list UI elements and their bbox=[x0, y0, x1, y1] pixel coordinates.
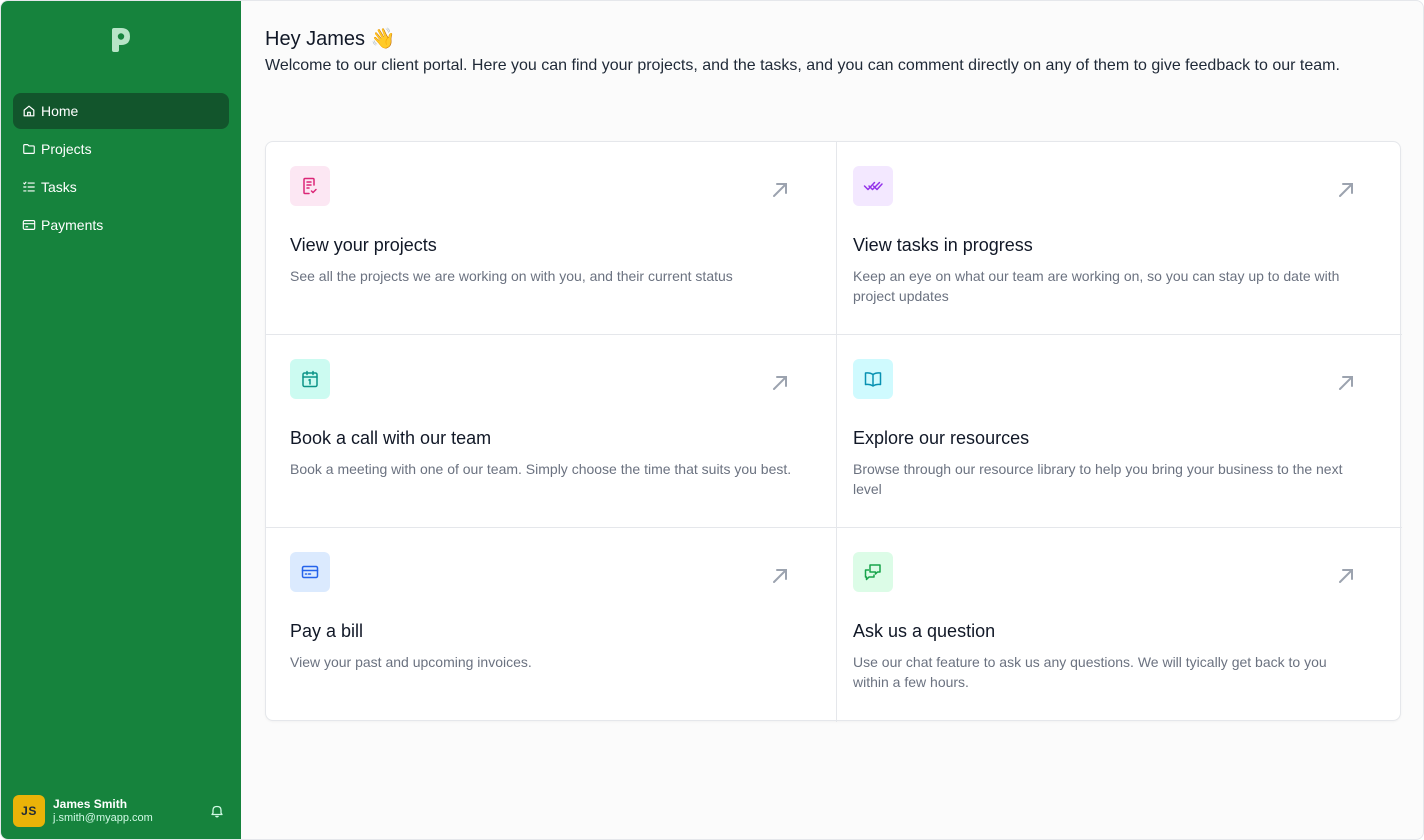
list-checks-icon bbox=[22, 180, 36, 194]
card-title: Ask us a question bbox=[853, 621, 996, 641]
user-name: James Smith bbox=[53, 797, 128, 811]
sidebar-item-label: Projects bbox=[41, 141, 92, 157]
sidebar-item-home[interactable]: Home bbox=[13, 93, 229, 129]
user-profile[interactable]: JS James Smith j.smith@myapp.com bbox=[13, 795, 229, 827]
sidebar-item-label: Payments bbox=[41, 217, 104, 233]
double-check-icon bbox=[853, 166, 893, 206]
p-logo-icon[interactable] bbox=[109, 27, 133, 53]
card-ask-question[interactable]: Ask us a question Use our chat feature t… bbox=[837, 528, 1402, 722]
sidebar-nav: Home Projects Tasks Payments bbox=[13, 93, 229, 245]
arrow-up-right-icon bbox=[1336, 180, 1356, 200]
card-description: See all the projects we are working on w… bbox=[290, 268, 733, 284]
sidebar-item-projects[interactable]: Projects bbox=[13, 131, 229, 167]
card-grid: View your projects See all the projects … bbox=[265, 141, 1402, 722]
arrow-up-right-icon bbox=[1336, 566, 1356, 586]
credit-card-icon bbox=[290, 552, 330, 592]
card-description: Keep an eye on what our team are working… bbox=[853, 268, 1340, 304]
arrow-up-right-icon bbox=[770, 373, 790, 393]
card-title: Explore our resources bbox=[853, 428, 1030, 448]
arrow-up-right-icon bbox=[770, 180, 790, 200]
card-view-tasks[interactable]: View tasks in progress Keep an eye on wh… bbox=[837, 142, 1402, 335]
welcome-text: Welcome to our client portal. Here you c… bbox=[265, 57, 1340, 74]
sidebar-item-label: Home bbox=[41, 103, 79, 119]
sidebar-item-label: Tasks bbox=[41, 179, 77, 195]
card-title: Pay a bill bbox=[290, 621, 364, 641]
book-open-icon bbox=[853, 359, 893, 399]
main-content: Hey James 👋 Welcome to our client portal… bbox=[241, 1, 1423, 839]
user-info: James Smith j.smith@myapp.com bbox=[53, 797, 209, 825]
card-title: Book a call with our team bbox=[290, 428, 492, 448]
card-description: View your past and upcoming invoices. bbox=[290, 654, 532, 670]
arrow-up-right-icon bbox=[770, 566, 790, 586]
calendar-icon bbox=[290, 359, 330, 399]
folder-icon bbox=[22, 142, 36, 156]
document-check-icon bbox=[290, 166, 330, 206]
card-view-projects[interactable]: View your projects See all the projects … bbox=[266, 142, 837, 335]
sidebar-item-tasks[interactable]: Tasks bbox=[13, 169, 229, 205]
card-description: Book a meeting with one of our team. Sim… bbox=[290, 461, 792, 477]
sidebar-item-payments[interactable]: Payments bbox=[13, 207, 229, 243]
card-description: Browse through our resource library to h… bbox=[853, 461, 1343, 497]
avatar: JS bbox=[13, 795, 45, 827]
card-pay-bill[interactable]: Pay a bill View your past and upcoming i… bbox=[266, 528, 837, 722]
card-description: Use our chat feature to ask us any quest… bbox=[853, 654, 1327, 690]
card-title: View tasks in progress bbox=[853, 235, 1033, 255]
card-explore-resources[interactable]: Explore our resources Browse through our… bbox=[837, 335, 1402, 528]
sidebar: Home Projects Tasks Payments JS James Sm… bbox=[1, 1, 241, 839]
home-icon bbox=[22, 104, 36, 118]
arrow-up-right-icon bbox=[1336, 373, 1356, 393]
page-title: Hey James 👋 bbox=[265, 28, 396, 50]
user-email: j.smith@myapp.com bbox=[53, 812, 153, 824]
credit-card-icon bbox=[22, 218, 36, 232]
chat-bubbles-icon bbox=[853, 552, 893, 592]
card-book-call[interactable]: Book a call with our team Book a meeting… bbox=[266, 335, 837, 528]
app-window: Home Projects Tasks Payments JS James Sm… bbox=[0, 0, 1424, 840]
bell-icon[interactable] bbox=[209, 803, 225, 819]
card-title: View your projects bbox=[290, 235, 437, 255]
